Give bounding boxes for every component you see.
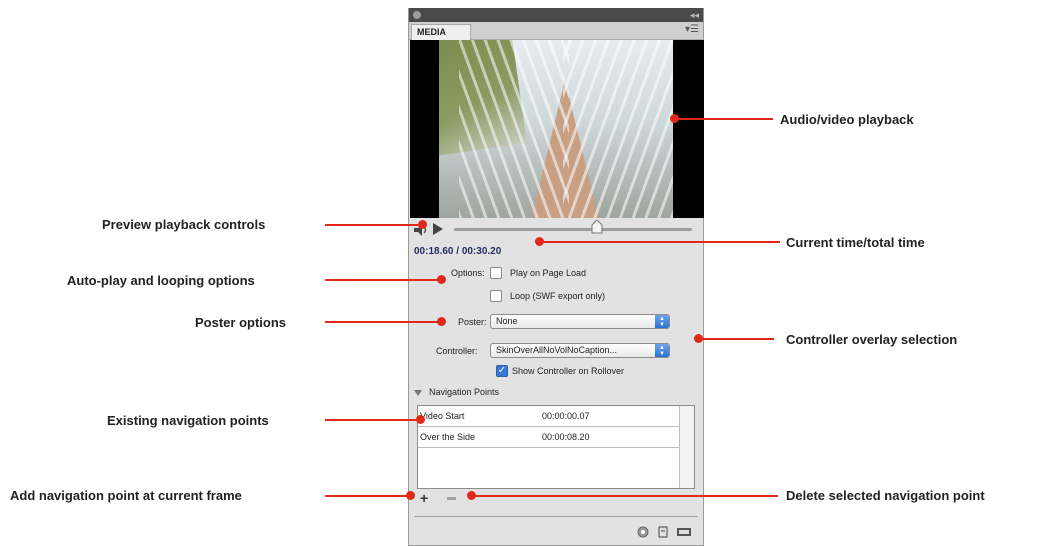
callout-dot [467,491,476,500]
nav-points-header[interactable]: Navigation Points [414,387,499,397]
callout-dot [416,415,425,424]
nav-point-name: Video Start [420,411,465,421]
scrub-track[interactable] [454,228,692,231]
callout-dot [437,317,446,326]
callout-line [325,321,443,323]
callout-line [540,241,780,243]
callout-existing-nav: Existing navigation points [107,413,269,428]
collapse-icon[interactable]: ◂◂ [690,9,699,21]
panel-tab-row: MEDIA ▾☰ [409,22,703,40]
list-scrollbar[interactable] [679,406,694,488]
callout-add-nav: Add navigation point at current frame [10,488,242,503]
panel-divider [414,516,698,517]
callout-line [325,224,423,226]
callout-line [472,495,778,497]
video-frame [439,40,673,218]
nav-point-name: Over the Side [420,432,476,442]
callout-line [675,118,773,120]
play-icon[interactable] [433,223,443,235]
panel-menu-icon[interactable]: ▾☰ [685,24,699,35]
delete-nav-point-icon[interactable] [447,497,456,500]
poster-select[interactable]: None ▲ ▼ [490,314,670,329]
poster-select-value: None [496,316,518,326]
media-panel: ◂◂ MEDIA ▾☰ 00:18.60 / 00:30.20 Options:… [408,8,704,546]
callout-line [325,495,411,497]
callout-preview-controls: Preview playback controls [102,217,266,232]
nav-points-title: Navigation Points [429,387,500,397]
callout-line [325,419,421,421]
timecode-display: 00:18.60 / 00:30.20 [414,246,502,257]
callout-dot [406,491,415,500]
nav-points-list[interactable]: Video Start 00:00:00.07 Over the Side 00… [417,405,695,489]
table-row[interactable]: Over the Side 00:00:08.20 [418,427,680,448]
video-railing-left [459,40,569,218]
loop-checkbox[interactable] [490,290,502,302]
callout-delete-nav: Delete selected navigation point [786,488,985,503]
callout-line [698,338,774,340]
callout-audio-video: Audio/video playback [780,112,914,127]
callout-dot [670,114,679,123]
controller-select[interactable]: SkinOverAllNoVolNoCaption... ▲ ▼ [490,343,670,358]
callout-line [325,279,443,281]
new-page-icon[interactable] [657,526,669,538]
nav-point-time: 00:00:08.20 [542,432,590,442]
play-on-load-checkbox[interactable] [490,267,502,279]
table-row[interactable]: Video Start 00:00:00.07 [418,406,680,427]
scrub-thumb[interactable] [591,220,603,234]
callout-dot [694,334,703,343]
callout-current-total: Current time/total time [786,235,925,250]
callout-controller-overlay: Controller overlay selection [786,332,958,347]
controller-label: Controller: [436,346,478,356]
video-preview [410,40,704,218]
controller-select-value: SkinOverAllNoVolNoCaption... [496,345,618,355]
show-controller-label: Show Controller on Rollover [512,366,625,376]
close-icon[interactable] [413,11,421,19]
disclosure-triangle-icon[interactable] [414,389,422,396]
play-on-load-label: Play on Page Load [510,268,587,278]
callout-poster-options: Poster options [195,315,287,330]
select-arrows-icon: ▲ ▼ [655,315,669,328]
tab-media[interactable]: MEDIA [411,24,471,40]
show-controller-checkbox[interactable]: ✓ [496,365,508,377]
preview-icon[interactable] [637,526,649,538]
film-icon[interactable] [676,526,692,538]
callout-dot [418,220,427,229]
add-nav-point-icon[interactable]: + [420,491,432,505]
video-railing-right [563,40,673,218]
nav-point-time: 00:00:00.07 [542,411,590,421]
callout-dot [437,275,446,284]
loop-label: Loop (SWF export only) [510,291,606,301]
poster-label: Poster: [458,317,487,327]
options-label: Options: [451,268,485,278]
panel-titlebar: ◂◂ [409,8,703,22]
select-arrows-icon: ▲ ▼ [655,344,669,357]
callout-autoplay-looping: Auto-play and looping options [67,273,255,288]
callout-dot [535,237,544,246]
